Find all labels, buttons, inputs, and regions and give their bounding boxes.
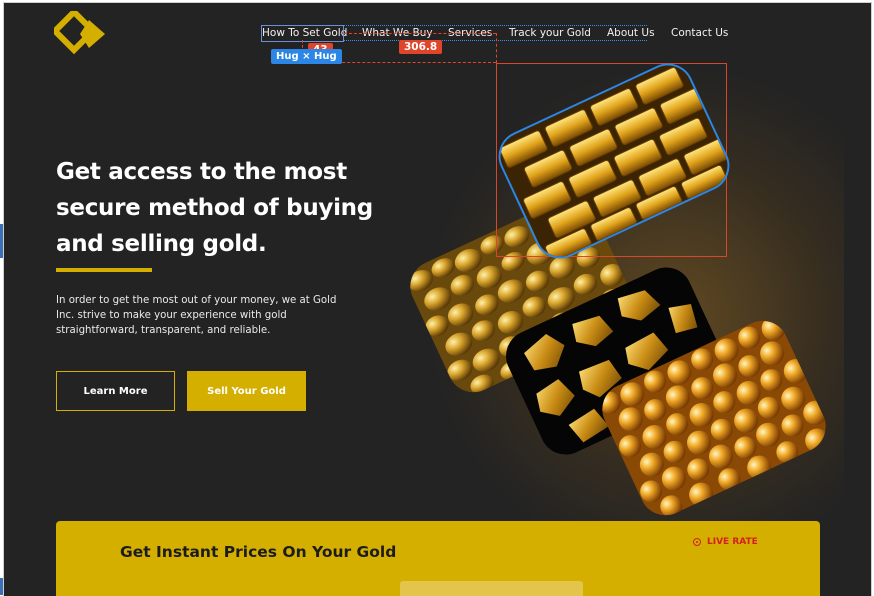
live-dot-icon xyxy=(693,538,701,546)
nav-item-track-your-gold[interactable]: Track your Gold xyxy=(509,27,591,39)
hero-headline: Get access to the most secure method of … xyxy=(56,159,373,257)
measure-line xyxy=(344,33,496,34)
nav-item-contact-us[interactable]: Contact Us xyxy=(671,27,728,39)
sell-your-gold-button[interactable]: Sell Your Gold xyxy=(187,371,306,411)
width-measure-badge: 306.8 xyxy=(399,40,443,54)
live-rate-label: LIVE RATE xyxy=(707,537,758,547)
ruler-marker-lower xyxy=(0,578,3,595)
learn-more-button[interactable]: Learn More xyxy=(56,371,175,411)
measure-guide-vertical xyxy=(496,33,497,63)
spacing-guide-top xyxy=(344,25,647,26)
headline-underline xyxy=(56,268,152,272)
price-display-box xyxy=(400,581,583,596)
hero-intro: In order to get the most out of your mon… xyxy=(56,295,337,336)
gold-inc-logo[interactable] xyxy=(54,11,108,57)
page-canvas: How To Set Gold What We Buy Services Tra… xyxy=(3,2,872,596)
nav-item-about-us[interactable]: About Us xyxy=(607,27,655,39)
ruler-marker xyxy=(0,224,3,258)
instant-prices-section: Get Instant Prices On Your Gold LIVE RAT… xyxy=(56,521,820,596)
hug-sizing-badge[interactable]: Hug × Hug xyxy=(271,49,342,64)
live-rate-indicator: LIVE RATE xyxy=(693,537,758,547)
instant-prices-title: Get Instant Prices On Your Gold xyxy=(120,543,397,561)
